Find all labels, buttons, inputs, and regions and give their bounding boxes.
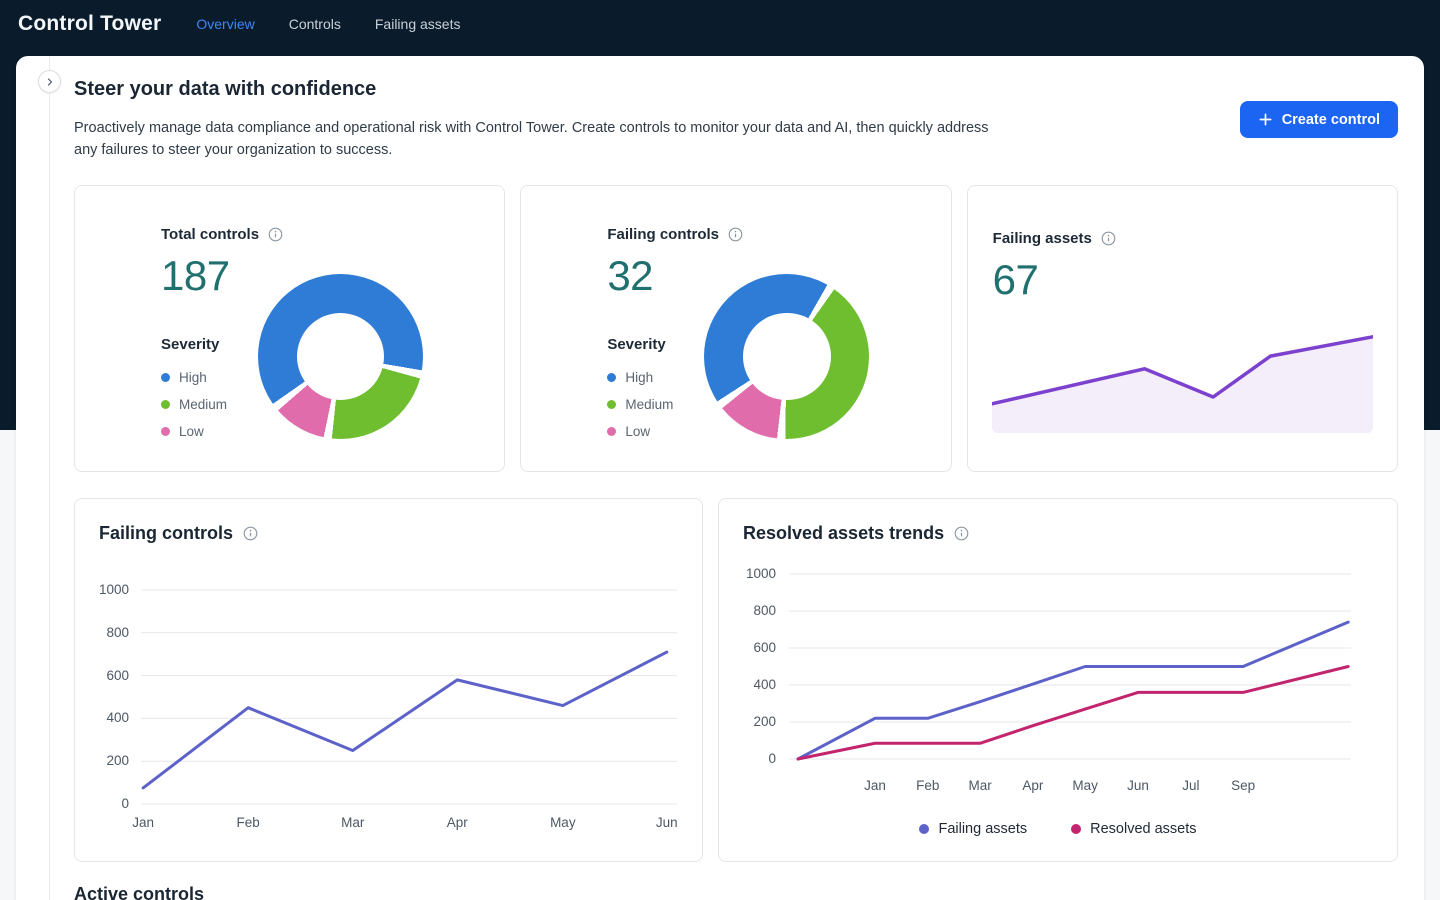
page-title: Steer your data with confidence	[74, 76, 376, 102]
x-axis-tick: Apr	[427, 815, 487, 831]
failing-controls-chart-title: Failing controls	[99, 523, 233, 544]
chart-legend: Failing assets Resolved assets	[719, 821, 1397, 837]
tab-controls[interactable]: Controls	[289, 16, 341, 32]
resolved-trends-line-chart: 0 200 400 600 800 1000 JanFebMarAprMayJunJulSe…	[719, 499, 1397, 861]
expand-sidebar-button[interactable]	[38, 70, 61, 93]
total-controls-card: Total controls 187 Severity High Medium …	[74, 185, 505, 472]
legend-dot-high	[607, 373, 616, 382]
legend-label-resolved-assets: Resolved assets	[1090, 821, 1196, 837]
info-icon[interactable]	[1101, 231, 1116, 246]
legend-dot-resolved-assets	[1071, 824, 1081, 834]
failing-controls-value: 32	[607, 252, 653, 300]
severity-label: Severity	[607, 336, 665, 353]
severity-label: Severity	[161, 336, 219, 353]
info-icon[interactable]	[954, 526, 969, 541]
legend-item-low: Low	[607, 418, 673, 445]
severity-legend: High Medium Low	[161, 364, 227, 445]
legend-label-high: High	[625, 370, 653, 385]
app-title: Control Tower	[18, 12, 161, 36]
info-icon[interactable]	[243, 526, 258, 541]
x-axis-tick: May	[533, 815, 593, 831]
y-axis-tick: 400	[85, 710, 129, 726]
y-axis-tick: 800	[85, 625, 129, 641]
x-axis-tick: Jun	[1108, 778, 1168, 794]
legend-label-medium: Medium	[179, 397, 227, 412]
total-controls-value: 187	[161, 252, 230, 300]
y-axis-tick: 0	[732, 751, 776, 767]
legend-dot-medium	[161, 400, 170, 409]
top-navigation: Control Tower Overview Controls Failing …	[0, 0, 1440, 48]
legend-label-medium: Medium	[625, 397, 673, 412]
y-axis-tick: 200	[85, 753, 129, 769]
severity-legend: High Medium Low	[607, 364, 673, 445]
active-controls-heading: Active controls	[74, 884, 204, 900]
x-axis-tick: Mar	[950, 778, 1010, 794]
create-control-button[interactable]: Create control	[1240, 101, 1398, 138]
page-description: Proactively manage data compliance and o…	[74, 118, 989, 161]
resolved-trends-chart-title: Resolved assets trends	[743, 523, 944, 544]
x-axis-tick: Jan	[845, 778, 905, 794]
stats-row: Total controls 187 Severity High Medium …	[74, 185, 1398, 472]
charts-row: Failing controls 02004006008001000JanFeb…	[74, 498, 1398, 862]
x-axis-tick: Feb	[898, 778, 958, 794]
plus-icon	[1258, 112, 1273, 127]
legend-label-failing-assets: Failing assets	[938, 821, 1027, 837]
total-controls-title: Total controls	[161, 226, 259, 243]
x-axis-tick: Feb	[218, 815, 278, 831]
failing-assets-card: Failing assets 67	[967, 185, 1398, 472]
x-axis-tick: Jun	[637, 815, 697, 831]
y-axis-tick: 400	[732, 677, 776, 693]
x-axis-tick: Mar	[323, 815, 383, 831]
legend-item-low: Low	[161, 418, 227, 445]
legend-dot-failing-assets	[919, 824, 929, 834]
legend-dot-high	[161, 373, 170, 382]
legend-label-low: Low	[179, 424, 204, 439]
legend-label-low: Low	[625, 424, 650, 439]
x-axis-tick: May	[1055, 778, 1115, 794]
legend-item-medium: Medium	[161, 391, 227, 418]
failing-controls-severity-donut	[704, 274, 869, 439]
y-axis-tick: 0	[85, 796, 129, 812]
x-axis-tick: Apr	[1003, 778, 1063, 794]
legend-item-high: High	[161, 364, 227, 391]
chevron-right-icon	[44, 76, 56, 88]
total-controls-severity-donut	[258, 274, 423, 439]
legend-label-high: High	[179, 370, 207, 385]
info-icon[interactable]	[268, 227, 283, 242]
failing-assets-sparkline	[992, 326, 1373, 433]
y-axis-tick: 1000	[732, 566, 776, 582]
failing-assets-title: Failing assets	[993, 230, 1092, 247]
legend-item-medium: Medium	[607, 391, 673, 418]
y-axis-tick: 800	[732, 603, 776, 619]
create-control-label: Create control	[1282, 112, 1380, 128]
resolved-assets-trends-card: Resolved assets trends 0 200 400 600 800 1000…	[718, 498, 1398, 862]
x-axis-tick: Jan	[113, 815, 173, 831]
y-axis-tick: 1000	[85, 582, 129, 598]
main-panel: Steer your data with confidence Proactiv…	[16, 56, 1424, 900]
x-axis-tick: Sep	[1213, 778, 1273, 794]
tab-failing-assets[interactable]: Failing assets	[375, 16, 461, 32]
legend-dot-low	[607, 427, 616, 436]
failing-controls-card: Failing controls 32 Severity High Medium…	[520, 185, 951, 472]
failing-controls-line-chart: 0 200 400 600 800 1000 Jan Feb Mar Apr May Jun	[75, 499, 702, 861]
info-icon[interactable]	[728, 227, 743, 242]
legend-dot-medium	[607, 400, 616, 409]
tab-overview[interactable]: Overview	[196, 16, 254, 32]
y-axis-tick: 200	[732, 714, 776, 730]
x-axis-tick: Jul	[1161, 778, 1221, 794]
legend-item-failing-assets: Failing assets	[919, 821, 1027, 837]
failing-assets-value: 67	[993, 256, 1039, 304]
legend-dot-low	[161, 427, 170, 436]
y-axis-tick: 600	[732, 640, 776, 656]
sidebar-rail-divider	[49, 56, 50, 900]
y-axis-tick: 600	[85, 668, 129, 684]
legend-item-high: High	[607, 364, 673, 391]
nav-tabs: Overview Controls Failing assets	[196, 16, 460, 32]
legend-item-resolved-assets: Resolved assets	[1071, 821, 1196, 837]
failing-controls-title: Failing controls	[607, 226, 719, 243]
failing-controls-chart-card: Failing controls 0 200 400 600 800 1000 Jan Feb…	[74, 498, 703, 862]
